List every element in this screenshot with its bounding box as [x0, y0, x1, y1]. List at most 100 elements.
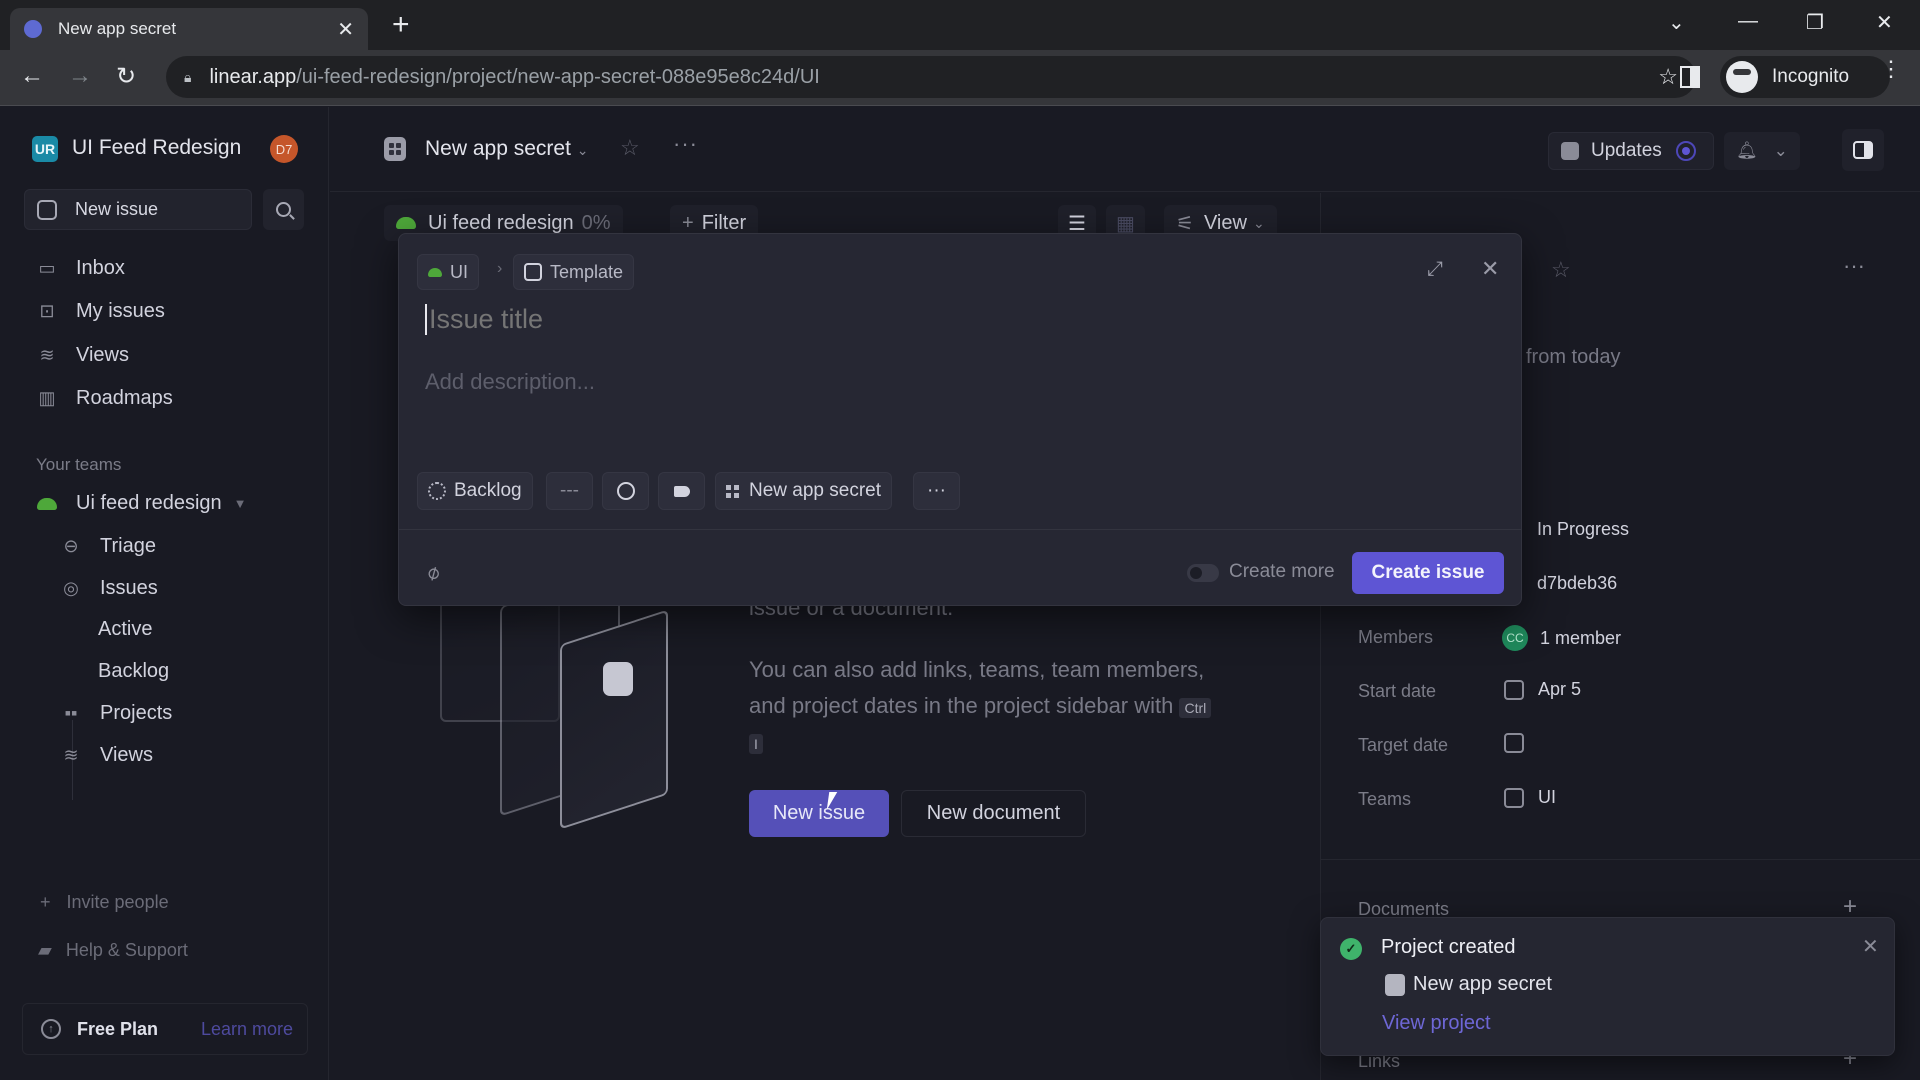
new-document-button[interactable]: New document	[901, 790, 1086, 837]
reload-button[interactable]: ↻	[116, 62, 136, 91]
start-date-value[interactable]: Apr 5	[1504, 679, 1581, 700]
target-date-value[interactable]	[1504, 733, 1538, 753]
create-issue-button[interactable]: Create issue	[1352, 552, 1504, 594]
forward-button[interactable]: →	[68, 62, 92, 90]
book-icon: ▰	[38, 940, 52, 960]
team-name: Ui feed redesign	[76, 492, 222, 514]
close-tab-icon[interactable]: ✕	[337, 17, 354, 42]
project-button[interactable]: New app secret	[715, 472, 893, 510]
favorite-star-icon[interactable]: ☆	[620, 135, 640, 161]
label-button[interactable]	[658, 472, 705, 510]
toast-title: Project created	[1381, 936, 1516, 958]
profile-button[interactable]: Incognito	[1720, 56, 1890, 98]
sidebar-item-roadmaps[interactable]: ▥ Roadmaps	[36, 387, 172, 410]
restore-button[interactable]: ❐	[1806, 10, 1824, 35]
user-avatar[interactable]: D7	[270, 135, 298, 163]
close-toast-icon[interactable]: ✕	[1862, 934, 1879, 959]
notifications-button[interactable]: 🔔︎ ⌄	[1724, 132, 1800, 170]
sidebar-item-projects[interactable]: ▪▪ Projects	[60, 702, 173, 725]
close-icon[interactable]: ✕	[1481, 256, 1499, 282]
sidebar-item-label: Active	[98, 618, 153, 640]
browser-tabstrip: New app secret ✕ + ⌄ — ❐ ✕	[0, 0, 1920, 50]
sidebar-team-ui-feed-redesign[interactable]: Ui feed redesign ▼	[36, 492, 247, 515]
team-breadcrumb[interactable]: UI	[417, 254, 479, 290]
sidebar-item-inbox[interactable]: ▭ Inbox	[36, 257, 124, 280]
project-title-text: New app secret	[425, 137, 571, 160]
sidebar-item-label: Views	[76, 344, 129, 366]
minimize-button[interactable]: —	[1738, 10, 1758, 33]
sidebar-item-views[interactable]: ≋ Views	[36, 344, 129, 367]
team-breadcrumb-label: UI	[450, 261, 468, 282]
create-more-toggle[interactable]	[1187, 564, 1219, 582]
description-input[interactable]: Add description...	[425, 369, 595, 395]
side-panel-icon[interactable]	[1680, 66, 1700, 88]
lead-value[interactable]: d7bdeb36	[1537, 573, 1617, 594]
close-window-button[interactable]: ✕	[1876, 10, 1893, 35]
status-button[interactable]: Backlog	[417, 472, 533, 510]
members-label: Members	[1358, 627, 1434, 647]
tab-title: New app secret	[58, 19, 177, 38]
teams-value[interactable]: UI	[1504, 787, 1556, 808]
toggle-sidebar-button[interactable]	[1842, 129, 1884, 171]
lead-name: d7bdeb36	[1537, 573, 1618, 593]
sidebar-item-active[interactable]: Active	[98, 618, 152, 641]
template-icon	[524, 263, 542, 281]
plus-icon: +	[682, 211, 694, 234]
plus-icon: +	[40, 892, 51, 912]
compose-icon	[37, 199, 57, 220]
template-button[interactable]: Template	[513, 254, 635, 290]
sidebar-item-label: Triage	[100, 535, 156, 557]
members-value[interactable]: CC 1 member	[1502, 625, 1621, 651]
updates-button[interactable]: Updates	[1548, 132, 1714, 170]
kbd-i: I	[749, 734, 763, 754]
sidebar-item-team-views[interactable]: ≋ Views	[60, 744, 153, 767]
workspace-name[interactable]: UI Feed Redesign	[72, 136, 241, 160]
issue-title-input[interactable]	[425, 304, 1425, 335]
priority-button[interactable]: ---	[546, 472, 593, 510]
sidebar-item-issues[interactable]: ◎ Issues	[60, 577, 158, 600]
new-tab-button[interactable]: +	[392, 10, 410, 40]
sidebar-item-label: Backlog	[98, 660, 170, 682]
empty-new-issue-button[interactable]: New issue	[749, 790, 889, 837]
free-plan-banner: ↑ Free Plan Learn more	[22, 1003, 308, 1055]
start-date-text: Apr 5	[1538, 679, 1582, 699]
browser-menu-icon[interactable]: ⋮	[1880, 58, 1902, 80]
status-indicator-icon	[1675, 141, 1696, 161]
expand-icon[interactable]: ⤢	[1427, 258, 1443, 281]
sidebar-item-backlog[interactable]: Backlog	[98, 660, 169, 683]
bookmark-star-icon[interactable]: ☆	[1658, 64, 1678, 90]
address-bar[interactable]: 🔒︎ linear.app /ui-feed-redesign/project/…	[166, 56, 1696, 98]
illustration-card-front	[560, 609, 668, 830]
assignee-icon	[616, 482, 635, 500]
invite-people-button[interactable]: + Invite people	[40, 892, 169, 913]
more-properties-button[interactable]: ···	[913, 472, 960, 510]
view-project-link[interactable]: View project	[1382, 1012, 1491, 1035]
sidebar-item-triage[interactable]: ⊖ Triage	[60, 535, 156, 558]
linear-app: UR UI Feed Redesign D7 New issue ▭ Inbox …	[0, 107, 1920, 1080]
attachment-icon[interactable]: ⌀	[422, 559, 445, 587]
back-button[interactable]: ←	[20, 62, 44, 90]
browser-tab[interactable]: New app secret ✕	[10, 8, 368, 50]
template-label: Template	[550, 261, 624, 282]
project-title[interactable]: New app secret ⌄	[425, 137, 588, 161]
more-options-icon[interactable]: ···	[673, 131, 698, 157]
label-tag-icon	[673, 485, 690, 497]
search-button[interactable]	[263, 189, 304, 230]
empty-state-help-text: You can also add links, teams, team memb…	[749, 652, 1229, 760]
tab-search-icon[interactable]: ⌄	[1668, 10, 1685, 35]
my-issues-icon: ⊡	[39, 301, 55, 321]
caret-down-icon[interactable]: ▼	[234, 496, 247, 511]
status-value[interactable]: In Progress	[1537, 519, 1629, 540]
help-support-button[interactable]: ▰ Help & Support	[38, 940, 188, 961]
sidebar-item-my-issues[interactable]: ⊡ My issues	[36, 300, 164, 323]
new-issue-button[interactable]: New issue	[24, 189, 252, 230]
workspace-logo[interactable]: UR	[32, 136, 58, 162]
favorite-star-icon[interactable]: ☆	[1551, 257, 1571, 283]
project-label: New app secret	[749, 480, 882, 501]
chevron-down-icon: ⌄	[1252, 214, 1265, 231]
more-options-icon[interactable]: ···	[1843, 253, 1865, 279]
date-subtitle: from today	[1526, 346, 1621, 368]
assignee-button[interactable]	[602, 472, 649, 510]
profile-label: Incognito	[1772, 66, 1850, 87]
learn-more-link[interactable]: Learn more	[201, 1019, 293, 1040]
